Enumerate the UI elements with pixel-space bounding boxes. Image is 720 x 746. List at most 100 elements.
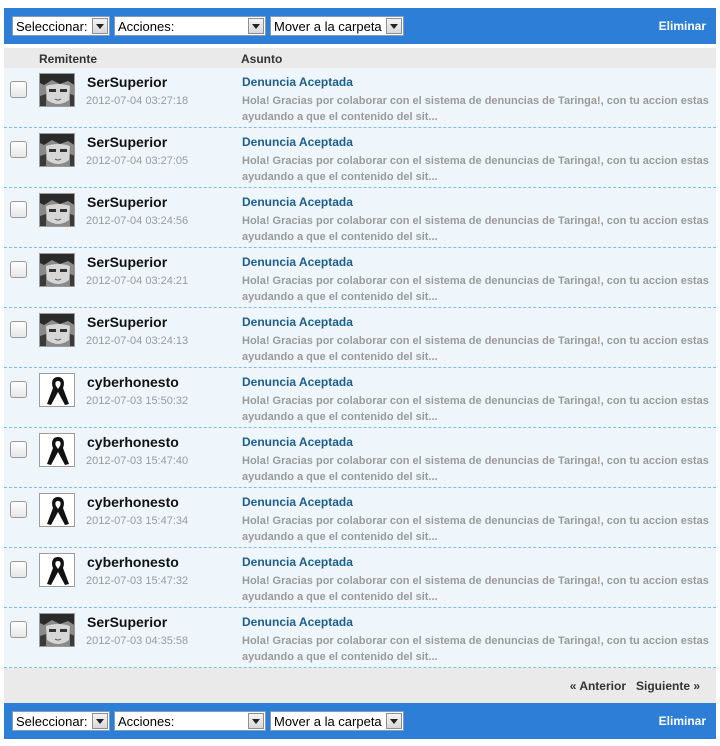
chevron-down-icon xyxy=(92,18,108,34)
message-row[interactable]: SerSuperior 2012-07-04 03:24:56 Denuncia A… xyxy=(4,188,716,248)
message-checkbox[interactable] xyxy=(10,261,27,278)
sender-name[interactable]: cyberhonesto xyxy=(87,374,179,390)
list-header: Remitente Asunto xyxy=(4,48,716,68)
manga-face-icon xyxy=(39,193,75,227)
select-dropdown[interactable]: Seleccionar: xyxy=(12,16,110,36)
actions-dropdown[interactable]: Acciones: xyxy=(114,16,266,36)
message-subject[interactable]: Denuncia Aceptada xyxy=(242,435,353,449)
select-dropdown[interactable]: Seleccionar: xyxy=(12,711,110,731)
message-row[interactable]: SerSuperior 2012-07-04 03:24:13 Denuncia A… xyxy=(4,308,716,368)
message-subject[interactable]: Denuncia Aceptada xyxy=(242,135,353,149)
message-preview: Hola! Gracias por colaborar con el siste… xyxy=(242,395,709,423)
message-row[interactable]: SerSuperior 2012-07-04 03:27:18 Denuncia A… xyxy=(4,68,716,128)
message-subject[interactable]: Denuncia Aceptada xyxy=(242,375,353,389)
bottom-toolbar: Seleccionar: Acciones: Mover a la carpet… xyxy=(4,703,716,739)
message-preview: Hola! Gracias por colaborar con el siste… xyxy=(242,215,709,243)
sender-name[interactable]: SerSuperior xyxy=(87,254,167,270)
message-subject[interactable]: Denuncia Aceptada xyxy=(242,315,353,329)
column-header-subject: Asunto xyxy=(241,52,283,66)
message-subject[interactable]: Denuncia Aceptada xyxy=(242,255,353,269)
chevron-down-icon xyxy=(248,713,264,729)
message-date: 2012-07-04 03:24:21 xyxy=(86,275,189,287)
messages-page: Seleccionar: Acciones: Mover a la carpet… xyxy=(0,0,720,746)
message-row[interactable]: cyberhonesto 2012-07-03 15:47:32 Denuncia … xyxy=(4,548,716,608)
message-date: 2012-07-03 15:47:32 xyxy=(86,575,189,587)
delete-button[interactable]: Eliminar xyxy=(659,19,708,33)
message-checkbox[interactable] xyxy=(10,561,27,578)
message-date: 2012-07-03 15:47:34 xyxy=(86,515,189,527)
column-header-sender: Remitente xyxy=(39,52,98,66)
sender-name[interactable]: SerSuperior xyxy=(87,314,167,330)
sender-name[interactable]: SerSuperior xyxy=(87,134,167,150)
message-date: 2012-07-04 03:24:13 xyxy=(86,335,189,347)
move-folder-dropdown[interactable]: Mover a la carpeta xyxy=(270,16,404,36)
message-checkbox[interactable] xyxy=(10,201,27,218)
sender-name[interactable]: SerSuperior xyxy=(87,74,167,90)
chevron-down-icon xyxy=(386,713,402,729)
message-checkbox[interactable] xyxy=(10,321,27,338)
message-preview: Hola! Gracias por colaborar con el siste… xyxy=(242,275,709,303)
message-preview: Hola! Gracias por colaborar con el siste… xyxy=(242,635,709,663)
chevron-down-icon xyxy=(248,18,264,34)
message-date: 2012-07-04 03:27:18 xyxy=(86,95,189,107)
ribbon-icon xyxy=(39,433,75,467)
message-preview: Hola! Gracias por colaborar con el siste… xyxy=(242,515,709,543)
message-preview: Hola! Gracias por colaborar con el siste… xyxy=(242,155,709,183)
message-date: 2012-07-04 03:24:56 xyxy=(86,215,189,227)
select-dropdown-label: Seleccionar: xyxy=(16,18,88,34)
message-preview: Hola! Gracias por colaborar con el siste… xyxy=(242,335,709,363)
actions-dropdown-label: Acciones: xyxy=(118,713,175,729)
message-subject[interactable]: Denuncia Aceptada xyxy=(242,75,353,89)
previous-page-link[interactable]: « Anterior xyxy=(570,679,626,693)
sender-name[interactable]: cyberhonesto xyxy=(87,494,179,510)
sender-name[interactable]: cyberhonesto xyxy=(87,554,179,570)
chevron-down-icon xyxy=(386,18,402,34)
message-preview: Hola! Gracias por colaborar con el siste… xyxy=(242,95,709,123)
message-list: SerSuperior 2012-07-04 03:27:18 Denuncia A… xyxy=(4,68,716,668)
delete-button[interactable]: Eliminar xyxy=(659,714,708,728)
message-checkbox[interactable] xyxy=(10,141,27,158)
ribbon-icon xyxy=(39,553,75,587)
message-date: 2012-07-03 15:50:32 xyxy=(86,395,189,407)
message-date: 2012-07-03 15:47:40 xyxy=(86,455,189,467)
chevron-down-icon xyxy=(92,713,108,729)
pager: « Anterior Siguiente » xyxy=(4,668,716,703)
sender-name[interactable]: SerSuperior xyxy=(87,194,167,210)
message-row[interactable]: SerSuperior 2012-07-04 03:27:05 Denuncia A… xyxy=(4,128,716,188)
manga-face-icon xyxy=(39,313,75,347)
message-date: 2012-07-03 04:35:58 xyxy=(86,635,189,647)
sender-name[interactable]: cyberhonesto xyxy=(87,434,179,450)
message-subject[interactable]: Denuncia Aceptada xyxy=(242,615,353,629)
message-preview: Hola! Gracias por colaborar con el siste… xyxy=(242,575,709,603)
next-page-link[interactable]: Siguiente » xyxy=(636,679,700,693)
top-toolbar: Seleccionar: Acciones: Mover a la carpet… xyxy=(4,8,716,44)
actions-dropdown-label: Acciones: xyxy=(118,18,175,34)
message-subject[interactable]: Denuncia Aceptada xyxy=(242,195,353,209)
message-subject[interactable]: Denuncia Aceptada xyxy=(242,495,353,509)
move-folder-dropdown-label: Mover a la carpeta xyxy=(274,713,382,729)
message-preview: Hola! Gracias por colaborar con el siste… xyxy=(242,455,709,483)
message-checkbox[interactable] xyxy=(10,441,27,458)
message-checkbox[interactable] xyxy=(10,501,27,518)
manga-face-icon xyxy=(39,133,75,167)
message-row[interactable]: SerSuperior 2012-07-03 04:35:58 Denuncia A… xyxy=(4,608,716,668)
manga-face-icon xyxy=(39,73,75,107)
manga-face-icon xyxy=(39,613,75,647)
message-checkbox[interactable] xyxy=(10,81,27,98)
message-row[interactable]: cyberhonesto 2012-07-03 15:47:40 Denuncia … xyxy=(4,428,716,488)
move-folder-dropdown-label: Mover a la carpeta xyxy=(274,18,382,34)
message-row[interactable]: cyberhonesto 2012-07-03 15:50:32 Denuncia … xyxy=(4,368,716,428)
sender-name[interactable]: SerSuperior xyxy=(87,614,167,630)
message-date: 2012-07-04 03:27:05 xyxy=(86,155,189,167)
actions-dropdown[interactable]: Acciones: xyxy=(114,711,266,731)
message-subject[interactable]: Denuncia Aceptada xyxy=(242,555,353,569)
message-checkbox[interactable] xyxy=(10,381,27,398)
move-folder-dropdown[interactable]: Mover a la carpeta xyxy=(270,711,404,731)
select-dropdown-label: Seleccionar: xyxy=(16,713,88,729)
ribbon-icon xyxy=(39,373,75,407)
message-row[interactable]: cyberhonesto 2012-07-03 15:47:34 Denuncia … xyxy=(4,488,716,548)
message-checkbox[interactable] xyxy=(10,621,27,638)
manga-face-icon xyxy=(39,253,75,287)
ribbon-icon xyxy=(39,493,75,527)
message-row[interactable]: SerSuperior 2012-07-04 03:24:21 Denuncia A… xyxy=(4,248,716,308)
